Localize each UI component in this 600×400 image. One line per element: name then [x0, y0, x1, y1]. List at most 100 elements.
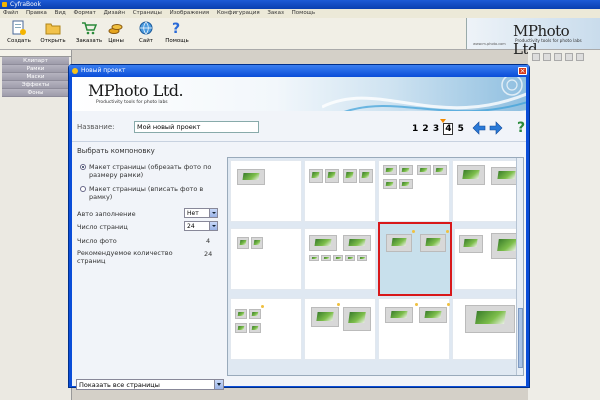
- back-arrow-icon[interactable]: [472, 121, 486, 135]
- layout-tile[interactable]: [454, 228, 523, 290]
- layout-tile[interactable]: [378, 298, 450, 360]
- dialog-titlebar[interactable]: Новый проект ×: [69, 65, 529, 77]
- paste-page-icon[interactable]: [565, 53, 573, 61]
- prices-button[interactable]: Цены: [99, 20, 133, 44]
- radio-fit-layout[interactable]: Макет страницы (вписать фото в рамку): [80, 185, 220, 203]
- chevron-down-icon[interactable]: [214, 380, 223, 389]
- menu-item-format[interactable]: Формат: [74, 10, 96, 16]
- app-window: CyfraBook Файл Правка Вид Формат Дизайн …: [0, 0, 600, 400]
- dialog-body: MPhoto Ltd. Productivity tools for photo…: [72, 77, 526, 390]
- menu-item-file[interactable]: Файл: [3, 10, 18, 16]
- brand-logo: MPhoto Ltd. Productivity tools for photo…: [466, 18, 600, 58]
- menu-item-order[interactable]: Заказ: [267, 10, 284, 16]
- banner-wave-decoration: [322, 77, 526, 111]
- new-project-dialog: Новый проект × MPhoto Ltd. Productivity …: [68, 64, 530, 390]
- step-5[interactable]: 5: [458, 124, 464, 134]
- page-filter-select[interactable]: Показать все страницы: [76, 379, 224, 390]
- svg-text:?: ?: [172, 21, 180, 36]
- dialog-help-icon[interactable]: ?: [517, 120, 525, 136]
- radio-crop-label: Макет страницы (обрезать фото по размеру…: [89, 163, 212, 179]
- help-icon: ?: [169, 20, 185, 36]
- help-label: Помощь: [165, 38, 189, 44]
- banner-logo-text: MPhoto Ltd.: [88, 81, 184, 100]
- layout-tile[interactable]: [230, 298, 302, 360]
- cart-icon: [81, 20, 97, 36]
- recommended-label: Рекомендуемое количество страниц: [77, 249, 173, 265]
- brand-logo-subtitle: Productivity tools for photo labs: [515, 38, 582, 43]
- layout-tile[interactable]: [452, 160, 523, 222]
- autofill-label: Авто заполнение: [77, 210, 136, 218]
- create-label: Создать: [7, 38, 31, 44]
- brand-logo-url: www.m-photo.com: [473, 42, 506, 46]
- menu-item-help[interactable]: Помощь: [292, 10, 315, 16]
- next-arrow-icon[interactable]: [489, 121, 503, 135]
- step-1[interactable]: 1: [412, 124, 418, 134]
- left-panel-masks[interactable]: Маски: [2, 73, 69, 81]
- layout-grid-scrollbar[interactable]: [516, 158, 523, 375]
- dialog-icon: [72, 68, 78, 74]
- site-label: Сайт: [139, 38, 153, 44]
- page-filter-value: Показать все страницы: [79, 381, 160, 389]
- menu-item-edit[interactable]: Правка: [26, 10, 47, 16]
- menu-item-config[interactable]: Конфигурация: [217, 10, 260, 16]
- scrollbar-thumb[interactable]: [518, 308, 523, 368]
- radio-crop-layout[interactable]: Макет страницы (обрезать фото по размеру…: [80, 163, 220, 181]
- site-button[interactable]: Сайт: [129, 20, 163, 44]
- layout-tile[interactable]: [304, 160, 376, 222]
- left-panel-frames[interactable]: Рамки: [2, 65, 69, 73]
- left-panel-backgrounds[interactable]: Фоны: [2, 89, 69, 97]
- left-panel-effects[interactable]: Эффекты: [2, 81, 69, 89]
- dialog-title: Новый проект: [81, 67, 126, 74]
- menu-item-view[interactable]: Вид: [55, 10, 66, 16]
- menu-item-pages[interactable]: Страницы: [133, 10, 162, 16]
- layout-tile[interactable]: [230, 160, 302, 222]
- dialog-banner: MPhoto Ltd. Productivity tools for photo…: [72, 77, 526, 111]
- layout-tile[interactable]: [304, 228, 376, 290]
- radio-fit-indicator[interactable]: [80, 186, 86, 192]
- coins-icon: [108, 20, 124, 36]
- open-button[interactable]: Открыть: [36, 20, 70, 44]
- wizard-nav: [472, 121, 503, 135]
- new-doc-icon: [11, 20, 27, 36]
- layout-grid: [227, 157, 524, 376]
- photos-row: Число фото: [77, 237, 227, 245]
- step-2[interactable]: 2: [422, 124, 428, 134]
- remove-page-icon[interactable]: [543, 53, 551, 61]
- menu-item-images[interactable]: Изображения: [170, 10, 209, 16]
- autofill-value: Нет: [187, 210, 199, 217]
- app-icon: [2, 2, 7, 7]
- layout-tile[interactable]: [230, 228, 302, 290]
- pages-select[interactable]: 24: [184, 221, 218, 231]
- copy-page-icon[interactable]: [554, 53, 562, 61]
- left-panel-clipart[interactable]: Клипарт: [2, 57, 69, 65]
- project-name-label: Название:: [77, 123, 115, 131]
- left-panel-header: [0, 50, 71, 57]
- chevron-down-icon[interactable]: [209, 209, 217, 217]
- radio-crop-indicator[interactable]: [80, 164, 86, 170]
- layout-tile[interactable]: [452, 298, 523, 360]
- project-name-input[interactable]: Мой новый проект: [134, 121, 259, 133]
- chevron-down-icon[interactable]: [209, 222, 217, 230]
- app-titlebar[interactable]: CyfraBook: [0, 0, 600, 9]
- delete-page-icon[interactable]: [576, 53, 584, 61]
- globe-icon: [138, 20, 154, 36]
- pages-label: Число страниц: [77, 223, 128, 231]
- layout-tile[interactable]: [378, 160, 450, 222]
- autofill-select[interactable]: Нет: [184, 208, 218, 218]
- current-step-marker-icon: [440, 119, 446, 123]
- dialog-divider: [72, 141, 526, 142]
- help-button[interactable]: ? Помощь: [160, 20, 194, 44]
- add-page-icon[interactable]: [532, 53, 540, 61]
- recommended-row: Рекомендуемое количество страниц: [77, 249, 187, 265]
- layout-tile-selected[interactable]: [378, 222, 452, 296]
- menu-item-design[interactable]: Дизайн: [104, 10, 125, 16]
- layout-tile[interactable]: [304, 298, 376, 360]
- dialog-close-button[interactable]: ×: [518, 67, 527, 75]
- menu-bar: Файл Правка Вид Формат Дизайн Страницы И…: [0, 9, 600, 18]
- banner-logo-subtitle: Productivity tools for photo labs: [96, 100, 168, 105]
- step-3[interactable]: 3: [433, 124, 439, 134]
- pages-value: 24: [187, 223, 195, 230]
- left-panel: Клипарт Рамки Маски Эффекты Фоны: [0, 50, 72, 400]
- create-button[interactable]: Создать: [2, 20, 36, 44]
- step-4[interactable]: 4: [443, 123, 454, 135]
